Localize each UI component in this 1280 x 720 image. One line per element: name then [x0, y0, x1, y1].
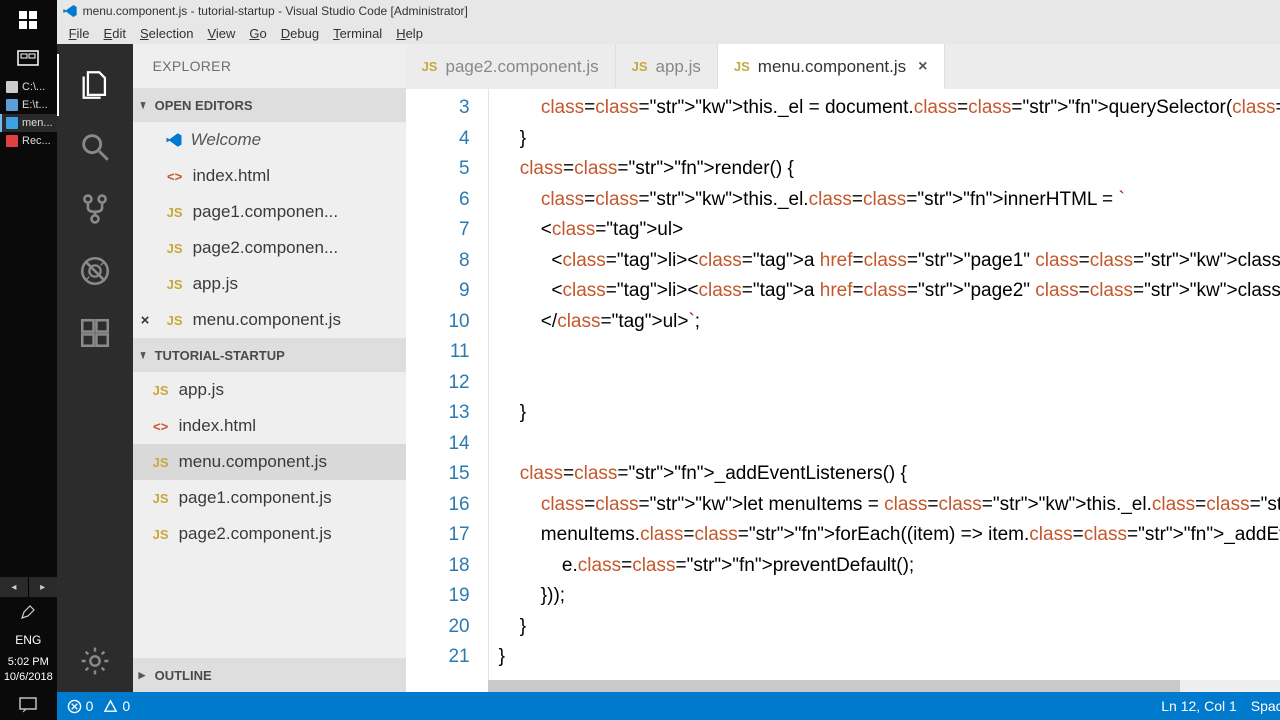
menubar: FileEditSelectionViewGoDebugTerminalHelp [57, 22, 1280, 44]
vscode-window: menu.component.js - tutorial-startup - V… [57, 0, 1280, 720]
menu-selection[interactable]: Selection [134, 26, 199, 41]
status-bar: 0 0 Ln 12, Col 1 Spaces: 4 UTF-8 CRLF Ja… [57, 692, 1280, 720]
menu-terminal[interactable]: Terminal [327, 26, 388, 41]
notification-icon [19, 697, 37, 713]
explorer-activity[interactable] [57, 54, 133, 116]
indentation-status[interactable]: Spaces: 4 [1251, 698, 1280, 714]
problems-status[interactable]: 0 0 [67, 698, 131, 714]
error-icon [67, 699, 82, 714]
editor-tabs: JSpage2.component.jsJSapp.jsJSmenu.compo… [406, 44, 1280, 89]
file-item[interactable]: JSpage2.component.js [133, 516, 406, 552]
close-icon[interactable]: × [918, 58, 927, 76]
taskbar-app[interactable]: C:\... [0, 78, 57, 96]
debug-activity[interactable] [57, 240, 133, 302]
menu-file[interactable]: File [63, 26, 96, 41]
file-item[interactable]: <>index.html [133, 408, 406, 444]
clock[interactable]: 5:02 PM 10/6/2018 [0, 653, 57, 690]
search-activity[interactable] [57, 116, 133, 178]
windows-logo-icon [19, 11, 37, 29]
chevron-down-icon: ▾ [140, 347, 148, 363]
horizontal-scrollbar[interactable] [488, 680, 1280, 692]
settings-activity[interactable] [57, 630, 133, 692]
file-item[interactable]: JSmenu.component.js [133, 444, 406, 480]
files-icon [78, 68, 112, 102]
open-editors-header[interactable]: ▾ OPEN EDITORS [133, 88, 406, 122]
chevron-right-icon: ▸ [139, 667, 151, 683]
menu-edit[interactable]: Edit [98, 26, 132, 41]
cursor-position[interactable]: Ln 12, Col 1 [1161, 698, 1237, 714]
menu-view[interactable]: View [201, 26, 241, 41]
folder-header[interactable]: ▾ TUTORIAL-STARTUP [133, 338, 406, 372]
close-icon[interactable]: × [141, 312, 150, 329]
file-item[interactable]: JSapp.js [133, 372, 406, 408]
activity-bar [57, 44, 133, 692]
chevron-down-icon: ▾ [140, 97, 148, 113]
window-title: menu.component.js - tutorial-startup - V… [83, 4, 1280, 18]
open-editor-item[interactable]: JSpage2.componen... [133, 230, 406, 266]
windows-taskbar: C:\...E:\t...men...Rec... ◂▸ ENG 5:02 PM… [0, 0, 57, 720]
open-editor-item[interactable]: <>index.html [133, 158, 406, 194]
task-view-button[interactable] [0, 40, 57, 78]
gear-icon [79, 645, 111, 677]
menu-go[interactable]: Go [243, 26, 272, 41]
editor-tab[interactable]: JSpage2.component.js [406, 44, 616, 89]
taskbar-scroll[interactable]: ◂▸ [0, 577, 57, 597]
menu-debug[interactable]: Debug [275, 26, 325, 41]
notifications-button[interactable] [0, 690, 57, 720]
language-indicator[interactable]: ENG [0, 627, 57, 653]
warning-icon [103, 699, 118, 714]
extensions-activity[interactable] [57, 302, 133, 364]
git-icon [78, 192, 112, 226]
extensions-icon [78, 316, 112, 350]
titlebar: menu.component.js - tutorial-startup - V… [57, 0, 1280, 22]
editor-tab[interactable]: JSmenu.component.js× [718, 44, 945, 89]
app-icon [57, 3, 83, 19]
open-editor-item[interactable]: ×JSmenu.component.js [133, 302, 406, 338]
file-item[interactable]: JSpage1.component.js [133, 480, 406, 516]
line-gutter: 3456789101112131415161718192021 [406, 89, 488, 692]
bug-icon [78, 254, 112, 288]
search-icon [78, 130, 112, 164]
taskbar-app[interactable]: Rec... [0, 132, 57, 150]
task-view-icon [17, 50, 39, 68]
start-button[interactable] [0, 0, 57, 40]
pen-icon[interactable] [0, 597, 57, 627]
code-content[interactable]: class=class="str">"kw">this._el = docume… [488, 89, 1280, 692]
editor-group: JSpage2.component.jsJSapp.jsJSmenu.compo… [406, 44, 1280, 692]
taskbar-app[interactable]: men... [0, 114, 57, 132]
sidebar-title: EXPLORER [133, 44, 406, 88]
taskbar-app[interactable]: E:\t... [0, 96, 57, 114]
menu-help[interactable]: Help [390, 26, 429, 41]
outline-header[interactable]: ▸ OUTLINE [133, 658, 406, 692]
open-editor-item[interactable]: JSpage1.componen... [133, 194, 406, 230]
explorer-sidebar: EXPLORER ▾ OPEN EDITORS Welcome<>index.h… [133, 44, 406, 692]
code-editor[interactable]: 3456789101112131415161718192021 class=cl… [406, 89, 1280, 692]
open-editor-item[interactable]: JSapp.js [133, 266, 406, 302]
source-control-activity[interactable] [57, 178, 133, 240]
editor-tab[interactable]: JSapp.js [616, 44, 718, 89]
open-editor-item[interactable]: Welcome [133, 122, 406, 158]
